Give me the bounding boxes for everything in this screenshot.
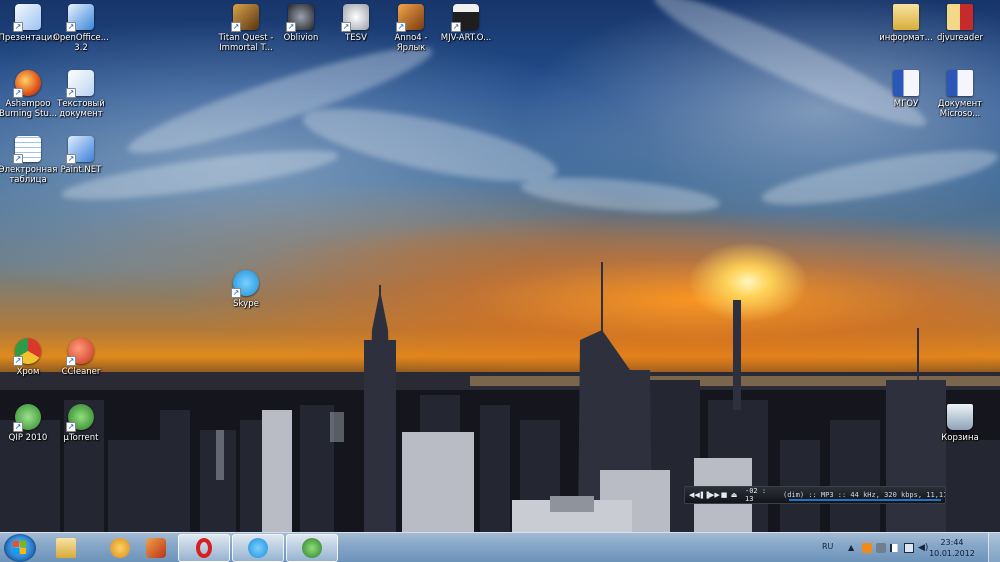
desktop-icon-paint-net[interactable]: ↗ Paint.NET: [49, 136, 113, 175]
mjv-art-icon: ↗: [451, 4, 479, 32]
utorrent-icon: [302, 538, 322, 558]
clock-date: 10.01.2012: [929, 549, 975, 558]
paint-net-icon: ↗: [66, 136, 94, 164]
word-document-icon: [893, 70, 919, 96]
tray-app-icon[interactable]: [876, 543, 886, 553]
desktop-icon-text-document[interactable]: ↗ Текстовый документ: [49, 70, 113, 119]
desktop-icon-microsoft-document[interactable]: Документ Microso...: [928, 70, 992, 119]
desktop-icon-djvureader[interactable]: djvureader: [928, 4, 992, 43]
desktop-icon-skype[interactable]: ↗ Skype: [214, 270, 278, 309]
start-button[interactable]: [4, 534, 36, 562]
network-icon[interactable]: [904, 543, 914, 553]
taskbar-utorrent-button[interactable]: [286, 534, 338, 562]
presentation-icon: ↗: [13, 4, 41, 32]
stop-button[interactable]: ■: [719, 491, 729, 499]
anno4-icon: ↗: [396, 4, 424, 32]
skype-icon: [248, 538, 268, 558]
desktop-icon-utorrent[interactable]: ↗ µTorrent: [49, 404, 113, 443]
explorer-icon: [56, 538, 76, 558]
tesv-icon: ↗: [341, 4, 369, 32]
skype-icon: ↗: [231, 270, 259, 298]
taskbar-skype-button[interactable]: [232, 534, 284, 562]
previous-track-button[interactable]: ◀◀: [689, 491, 700, 499]
aimp-tray-icon[interactable]: [862, 543, 872, 553]
language-indicator[interactable]: RU: [822, 542, 833, 551]
utorrent-icon: ↗: [66, 404, 94, 432]
titan-quest-icon: ↗: [231, 4, 259, 32]
aimp-icon: [110, 538, 130, 558]
desktop-icon-mjv-art[interactable]: ↗ MJV-ART.O...: [434, 4, 498, 43]
taskbar: RU ▲ ◀) 23:44 10.01.2012: [0, 532, 1000, 562]
archive-icon: [146, 538, 166, 558]
action-center-flag-icon[interactable]: [890, 544, 900, 552]
clock[interactable]: 23:44 10.01.2012: [926, 537, 978, 559]
ashampoo-icon: ↗: [13, 70, 41, 98]
word-document-icon: [947, 70, 973, 96]
text-document-icon: ↗: [66, 70, 94, 98]
desktop-icon-recycle-bin[interactable]: Корзина: [928, 404, 992, 443]
desktop-wallpaper: [0, 0, 1000, 532]
windows-start-icon: [13, 541, 27, 555]
recycle-bin-icon: [947, 404, 973, 430]
pause-button[interactable]: ❚❚: [699, 491, 711, 499]
openoffice-icon: ↗: [66, 4, 94, 32]
next-track-button[interactable]: ▶▶: [709, 491, 720, 499]
djvureader-icon: [947, 4, 973, 30]
taskbar-archive-button[interactable]: [130, 534, 182, 562]
spreadsheet-icon: ↗: [13, 136, 41, 164]
player-time: -02 : 13: [745, 487, 767, 503]
show-desktop-button[interactable]: [988, 533, 1000, 562]
city-skyline: [0, 262, 1000, 532]
taskbar-opera-button[interactable]: [178, 534, 230, 562]
ccleaner-icon: ↗: [66, 338, 94, 366]
oblivion-icon: ↗: [286, 4, 314, 32]
media-player-bar[interactable]: ◀◀ ❚❚ ▶▶ ■ ⏏ -02 : 13 (dim) :: MP3 :: 44…: [684, 486, 946, 504]
eject-button[interactable]: ⏏: [729, 491, 739, 499]
opera-icon: [196, 538, 212, 558]
player-progress-bar[interactable]: [789, 499, 941, 501]
clock-time: 23:44: [940, 538, 964, 547]
player-track-info: (dim) :: MP3 :: 44 kHz, 320 kbps, 11,11 …: [783, 491, 945, 499]
show-hidden-icons-icon[interactable]: ▲: [848, 543, 858, 553]
taskbar-explorer-button[interactable]: [40, 534, 92, 562]
desktop-icon-openoffice[interactable]: ↗ OpenOffice... 3.2: [49, 4, 113, 53]
qip-icon: ↗: [13, 404, 41, 432]
folder-icon: [893, 4, 919, 30]
chrome-icon: ↗: [13, 338, 41, 366]
desktop-icon-ccleaner[interactable]: ↗ CCleaner: [49, 338, 113, 377]
system-tray: RU ▲ ◀) 23:44 10.01.2012: [810, 533, 1000, 562]
